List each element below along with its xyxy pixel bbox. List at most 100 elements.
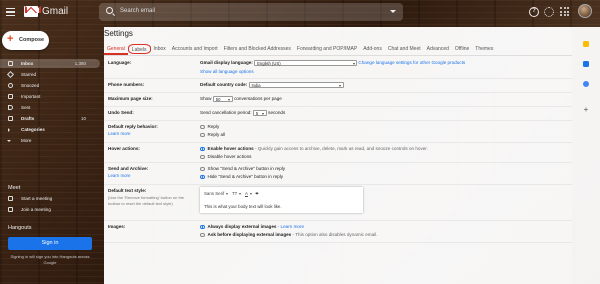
reply-all-option[interactable]: Reply all bbox=[200, 132, 225, 138]
caret-right-icon bbox=[8, 128, 10, 132]
search-input[interactable]: Search email bbox=[120, 8, 155, 14]
tab-advanced[interactable]: Advanced bbox=[424, 42, 452, 55]
unread-count: 1,380 bbox=[74, 61, 86, 66]
send-archive-row: Send and Archive: Learn more Show "Send … bbox=[104, 163, 572, 185]
sidebar-item-label: Starred bbox=[21, 72, 37, 77]
language-label: Language: bbox=[108, 60, 132, 65]
ask-before-images-option[interactable]: Ask before displaying external images - … bbox=[200, 232, 378, 238]
search-icon[interactable] bbox=[106, 7, 113, 14]
enable-hover-radio[interactable] bbox=[200, 146, 205, 152]
text-style-sample: This is what your body text will look li… bbox=[204, 204, 282, 209]
contacts-icon[interactable] bbox=[583, 81, 589, 87]
always-display-radio[interactable] bbox=[200, 224, 205, 230]
sidebar-item-label: Categories bbox=[21, 127, 45, 132]
send-archive-label: Send and Archive: bbox=[108, 166, 149, 171]
sidebar-item-label: Inbox bbox=[21, 61, 34, 66]
show-all-languages-link[interactable]: Show all language options bbox=[200, 69, 254, 74]
reply-option-label: Reply bbox=[207, 124, 220, 129]
hangouts-signin-button[interactable]: Sign in bbox=[8, 237, 92, 250]
reply-behavior-label: Default reply behavior: bbox=[108, 124, 158, 129]
country-code-select[interactable]: India bbox=[248, 82, 344, 88]
app-title[interactable]: Gmail bbox=[42, 6, 68, 17]
gear-icon[interactable] bbox=[544, 7, 554, 17]
join-meeting-item[interactable]: Join a meeting bbox=[0, 205, 100, 214]
disable-hover-radio[interactable] bbox=[200, 154, 205, 160]
apps-grid-icon[interactable] bbox=[560, 7, 569, 16]
clock-icon bbox=[8, 83, 13, 88]
main-menu-icon[interactable] bbox=[6, 8, 15, 16]
hide-send-archive-radio[interactable] bbox=[200, 174, 205, 180]
reply-radio[interactable] bbox=[200, 124, 205, 130]
compose-button[interactable]: + Compose bbox=[2, 31, 49, 50]
undo-send-select[interactable]: 5 bbox=[252, 110, 267, 116]
tab-themes[interactable]: Themes bbox=[472, 42, 496, 55]
remove-formatting-icon[interactable]: T bbox=[256, 191, 259, 196]
sidebar-item-label: More bbox=[21, 138, 32, 143]
sidebar-item-label: Important bbox=[21, 94, 41, 99]
important-icon bbox=[8, 94, 13, 99]
disable-hover-option[interactable]: Disable hover actions bbox=[200, 154, 251, 160]
text-style-desc: (Use the 'Remove formatting' button on t… bbox=[108, 195, 185, 206]
show-send-archive-option[interactable]: Show "Send & Archive" button in reply bbox=[200, 166, 285, 172]
reply-all-radio[interactable] bbox=[200, 132, 205, 138]
sidebar-item-important[interactable]: Important bbox=[0, 92, 100, 101]
page-size-label: Maximum page size: bbox=[108, 96, 153, 101]
tab-labels[interactable]: Labels bbox=[127, 44, 151, 54]
keep-icon[interactable] bbox=[583, 41, 589, 47]
send-archive-learn-more-link[interactable]: Learn more bbox=[108, 173, 130, 178]
avatar[interactable] bbox=[578, 4, 592, 18]
hide-send-archive-option[interactable]: Hide "Send & Archive" button in reply bbox=[200, 174, 283, 180]
chevron-down-icon bbox=[7, 140, 11, 142]
tab-forwarding[interactable]: Forwarding and POP/IMAP bbox=[294, 42, 360, 55]
tab-general[interactable]: General bbox=[104, 42, 128, 55]
phone-row: Phone numbers: Default country code: Ind… bbox=[104, 79, 572, 93]
sidebar-item-starred[interactable]: Starred bbox=[0, 70, 100, 79]
draft-icon bbox=[8, 116, 13, 121]
page-size-select[interactable]: 50 bbox=[212, 96, 233, 102]
always-display-images-option[interactable]: Always display external images - Learn m… bbox=[200, 224, 305, 230]
tab-inbox[interactable]: Inbox bbox=[151, 42, 169, 55]
country-code-prefix: Default country code: bbox=[200, 82, 248, 88]
tab-chat-meet[interactable]: Chat and Meet bbox=[385, 42, 424, 55]
hover-actions-row: Hover actions: Enable hover actions - Qu… bbox=[104, 143, 572, 163]
add-addon-icon[interactable]: + bbox=[583, 106, 589, 114]
search-options-icon[interactable] bbox=[390, 10, 396, 13]
help-icon[interactable]: ? bbox=[529, 7, 539, 17]
hangouts-heading: Hangouts bbox=[8, 225, 32, 231]
change-language-link[interactable]: Change language settings for other Googl… bbox=[358, 60, 465, 65]
sidebar-item-drafts[interactable]: Drafts 10 bbox=[0, 114, 100, 123]
sidebar-item-inbox[interactable]: Inbox 1,380 bbox=[0, 59, 100, 68]
font-size-icon[interactable]: TT bbox=[232, 191, 237, 196]
start-meeting-item[interactable]: Start a meeting bbox=[0, 194, 100, 203]
tab-accounts-import[interactable]: Accounts and Import bbox=[169, 42, 221, 55]
text-color-icon[interactable]: A bbox=[245, 191, 248, 196]
reply-option[interactable]: Reply bbox=[200, 124, 220, 130]
tasks-icon[interactable] bbox=[583, 61, 589, 67]
ask-before-desc: - This option also disables dynamic emai… bbox=[292, 232, 378, 237]
gmail-logo-icon[interactable] bbox=[24, 6, 38, 17]
text-style-editor[interactable]: Sans Serif TT A T This is what your body… bbox=[200, 187, 363, 213]
sidebar-item-more[interactable]: More bbox=[0, 136, 100, 145]
font-select[interactable]: Sans Serif bbox=[204, 191, 224, 196]
tab-filters[interactable]: Filters and Blocked Addresses bbox=[221, 42, 294, 55]
reply-learn-more-link[interactable]: Learn more bbox=[108, 131, 130, 136]
sidebar-item-sent[interactable]: Sent bbox=[0, 103, 100, 112]
enable-hover-option[interactable]: Enable hover actions - Quickly gain acce… bbox=[200, 146, 428, 152]
tab-offline[interactable]: Offline bbox=[452, 42, 472, 55]
sidebar-item-categories[interactable]: Categories bbox=[0, 125, 100, 134]
display-language-prefix: Gmail display language: bbox=[200, 60, 253, 66]
text-style-toolbar: Sans Serif TT A T bbox=[204, 191, 258, 196]
draft-count: 10 bbox=[80, 116, 86, 121]
tab-addons[interactable]: Add-ons bbox=[360, 42, 385, 55]
language-row: Language: Gmail display language: Englis… bbox=[104, 57, 572, 79]
sidebar-item-snoozed[interactable]: Snoozed bbox=[0, 81, 100, 90]
search-bar[interactable]: Search email bbox=[99, 3, 403, 21]
language-select[interactable]: English (US) bbox=[254, 60, 358, 66]
ask-before-radio[interactable] bbox=[200, 232, 205, 238]
start-meeting-label: Start a meeting bbox=[21, 196, 53, 201]
sidebar-item-label: Sent bbox=[21, 105, 31, 110]
phone-label: Phone numbers: bbox=[108, 82, 145, 87]
meet-heading: Meet bbox=[8, 185, 21, 191]
images-learn-more-link[interactable]: Learn more bbox=[281, 224, 305, 229]
show-send-archive-radio[interactable] bbox=[200, 166, 205, 172]
